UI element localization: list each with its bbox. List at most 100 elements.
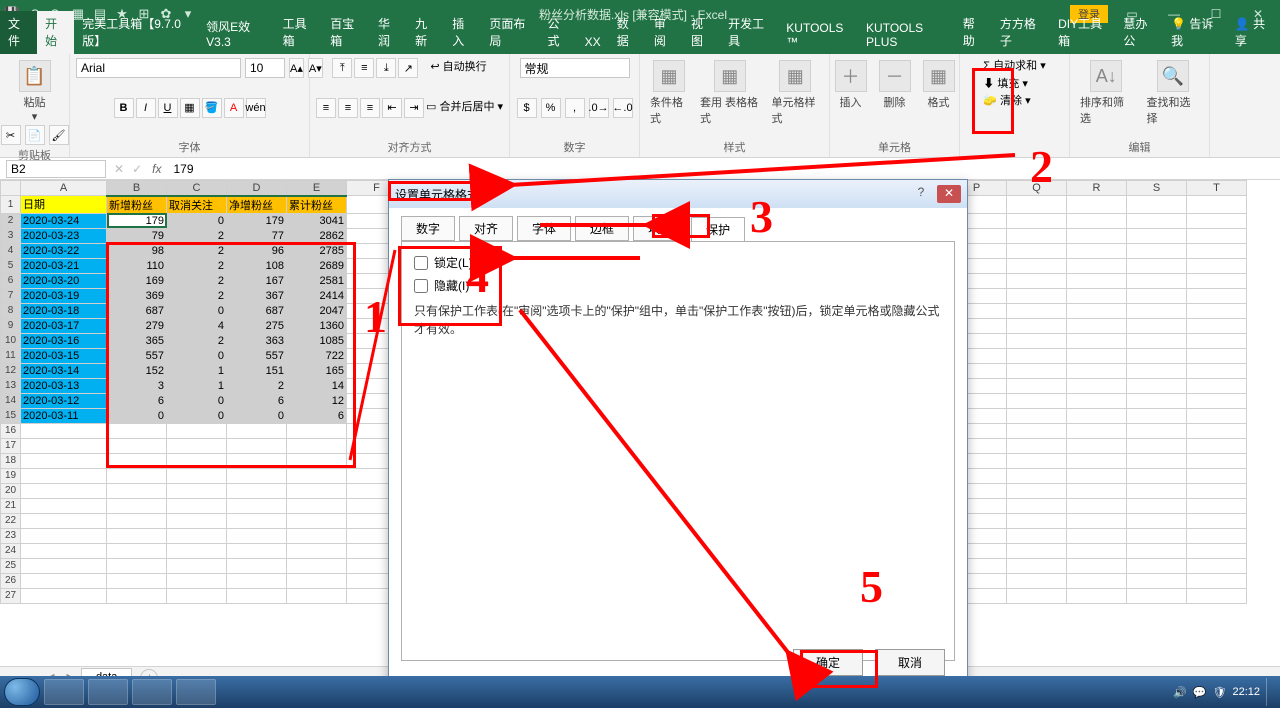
share-button[interactable]: 👤 共享 <box>1227 11 1280 54</box>
cell[interactable] <box>287 573 347 588</box>
cell[interactable]: 169 <box>107 273 167 288</box>
cell[interactable] <box>1067 558 1127 573</box>
fx-cancel-icon[interactable]: ✕ <box>110 162 128 176</box>
cell[interactable] <box>21 543 107 558</box>
cell[interactable]: 1 <box>167 363 227 378</box>
cell[interactable] <box>227 468 287 483</box>
increase-font-icon[interactable]: A▴ <box>289 58 304 78</box>
cell[interactable]: 79 <box>107 228 167 243</box>
cell[interactable] <box>1187 498 1247 513</box>
cell[interactable] <box>1127 453 1187 468</box>
underline-icon[interactable]: U <box>158 98 178 118</box>
cell[interactable]: 3 <box>107 378 167 393</box>
cell[interactable]: 6 <box>107 393 167 408</box>
cell-styles[interactable]: ▦单元格样式 <box>768 58 823 128</box>
tab-jx[interactable]: 九新 <box>407 11 444 54</box>
cell[interactable] <box>107 438 167 453</box>
tab-review[interactable]: 审阅 <box>646 11 683 54</box>
cell[interactable] <box>227 573 287 588</box>
cell[interactable]: 98 <box>107 243 167 258</box>
cell[interactable] <box>1127 588 1187 603</box>
cell[interactable] <box>1127 423 1187 438</box>
delete-cells[interactable]: －删除 <box>875 58 915 112</box>
cell-date[interactable]: 2020-03-17 <box>21 318 107 333</box>
cell[interactable] <box>107 453 167 468</box>
cell[interactable] <box>227 453 287 468</box>
col-head-T[interactable]: T <box>1187 181 1247 196</box>
cell[interactable] <box>1007 498 1067 513</box>
col-head-B[interactable]: B <box>107 181 167 196</box>
table-format[interactable]: ▦套用 表格格式 <box>696 58 764 128</box>
cell[interactable] <box>1127 498 1187 513</box>
cell[interactable] <box>21 513 107 528</box>
cell[interactable]: 77 <box>227 228 287 243</box>
cell[interactable]: 369 <box>107 288 167 303</box>
cell[interactable] <box>21 438 107 453</box>
cell[interactable]: 179 <box>107 213 167 228</box>
cell[interactable] <box>1127 558 1187 573</box>
fx-confirm-icon[interactable]: ✓ <box>128 162 146 176</box>
tab-kutools-plus[interactable]: KUTOOLS PLUS <box>858 17 955 54</box>
task-icon[interactable] <box>88 679 128 705</box>
cell[interactable] <box>227 513 287 528</box>
cell[interactable] <box>1067 573 1127 588</box>
cell[interactable]: 0 <box>107 408 167 423</box>
cell[interactable]: 687 <box>227 303 287 318</box>
cell[interactable] <box>287 513 347 528</box>
paste-button[interactable]: 📋粘贴 ▾ <box>15 58 55 125</box>
cell-date[interactable]: 2020-03-21 <box>21 258 107 273</box>
cell[interactable] <box>1067 513 1127 528</box>
cell[interactable]: 2 <box>167 288 227 303</box>
cell-date[interactable]: 2020-03-16 <box>21 333 107 348</box>
cell[interactable] <box>287 588 347 603</box>
cell[interactable]: 6 <box>287 408 347 423</box>
cell[interactable] <box>287 483 347 498</box>
bold-icon[interactable]: B <box>114 98 134 118</box>
cell[interactable] <box>21 573 107 588</box>
find-select[interactable]: 🔍查找和选择 <box>1143 58 1204 128</box>
format-cells[interactable]: ▦格式 <box>919 58 959 112</box>
cell[interactable] <box>1187 573 1247 588</box>
tab-file[interactable]: 文件 <box>0 11 37 54</box>
cell[interactable] <box>21 528 107 543</box>
cut-icon[interactable]: ✂ <box>1 125 21 145</box>
cell[interactable] <box>167 573 227 588</box>
cell[interactable]: 2 <box>167 333 227 348</box>
cell[interactable]: 14 <box>287 378 347 393</box>
cell[interactable] <box>287 468 347 483</box>
cell[interactable] <box>21 498 107 513</box>
format-painter-icon[interactable]: 🖌 <box>49 125 69 145</box>
cell[interactable] <box>21 423 107 438</box>
cell[interactable] <box>227 528 287 543</box>
dialog-tab-border[interactable]: 边框 <box>575 216 629 241</box>
cell[interactable] <box>107 483 167 498</box>
cell[interactable] <box>1127 543 1187 558</box>
number-format[interactable] <box>520 58 630 78</box>
align-left-icon[interactable]: ≡ <box>316 98 336 118</box>
cell[interactable]: 12 <box>287 393 347 408</box>
cell[interactable] <box>227 558 287 573</box>
cell[interactable] <box>21 588 107 603</box>
align-right-icon[interactable]: ≡ <box>360 98 380 118</box>
cell[interactable]: 275 <box>227 318 287 333</box>
start-button[interactable] <box>4 678 40 706</box>
tab-diy[interactable]: DIY工具箱 <box>1050 11 1115 54</box>
cell[interactable]: 2785 <box>287 243 347 258</box>
cell[interactable]: 0 <box>167 408 227 423</box>
sort-filter[interactable]: A↓排序和筛选 <box>1076 58 1137 128</box>
cell[interactable] <box>167 558 227 573</box>
cell[interactable] <box>1187 468 1247 483</box>
cell[interactable] <box>107 588 167 603</box>
cell[interactable] <box>287 498 347 513</box>
cell[interactable] <box>1187 423 1247 438</box>
cell[interactable]: 0 <box>167 393 227 408</box>
align-top-icon[interactable]: ⤒ <box>332 58 352 78</box>
cell[interactable] <box>1007 453 1067 468</box>
fx-icon[interactable]: fx <box>146 162 167 176</box>
cell[interactable] <box>1067 453 1127 468</box>
tab-hr[interactable]: 华润 <box>370 11 407 54</box>
cell[interactable] <box>1067 498 1127 513</box>
tab-ffgz[interactable]: 方方格子 <box>992 11 1050 54</box>
cell[interactable] <box>107 498 167 513</box>
cell[interactable] <box>1067 588 1127 603</box>
